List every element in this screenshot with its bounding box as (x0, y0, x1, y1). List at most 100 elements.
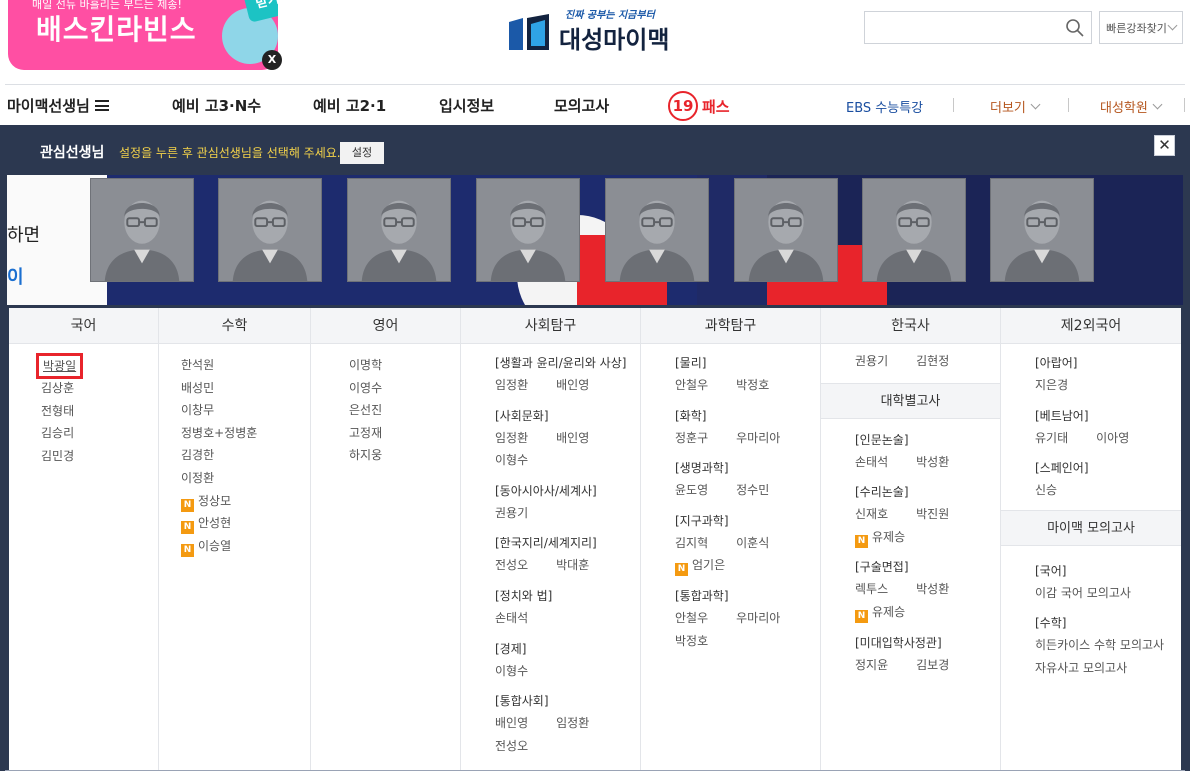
group-title[interactable]: [지구과학] (675, 510, 820, 532)
group-title[interactable]: [통합과학] (675, 585, 820, 607)
promo-close-icon[interactable]: X (262, 50, 282, 70)
teacher-link[interactable]: 박정호 (675, 630, 708, 653)
group-title[interactable]: [한국지리/세계지리] (495, 532, 640, 554)
teacher-link[interactable]: 권용기 (495, 502, 528, 525)
group-title[interactable]: [인문논술] (855, 429, 1000, 451)
teacher-link[interactable]: 전성오 (495, 554, 528, 577)
promo-banner[interactable]: 매일 선뉴 바흘리는 부드는 제송! 배스킨라빈스 받기 (8, 0, 278, 70)
teacher-link[interactable]: N 이승열 (181, 535, 310, 558)
group-title[interactable]: [미대입학사정관] (855, 632, 1000, 654)
group-title[interactable]: [동아시아사/세계사] (495, 480, 640, 502)
nav-item-mock-exam[interactable]: 모의고사 (554, 95, 609, 116)
search-icon[interactable] (1065, 18, 1085, 38)
teacher-link[interactable]: 권용기 (855, 350, 888, 373)
teacher-link[interactable]: 정병호+정병훈 (181, 422, 310, 445)
teacher-link[interactable]: 윤도영 (675, 479, 708, 502)
teacher-link[interactable]: 이영수 (349, 377, 460, 400)
teacher-link[interactable]: N 엄기은 (675, 554, 725, 577)
group-title[interactable]: [생활과 윤리/윤리와 사상] (495, 352, 640, 374)
nav-item-pre-high2[interactable]: 예비 고2·1 (313, 95, 386, 116)
teacher-link[interactable]: 배성민 (181, 377, 310, 400)
teacher-photo-placeholder[interactable] (218, 178, 322, 282)
teacher-link[interactable]: 고정재 (349, 422, 460, 445)
teacher-link[interactable]: 전성오 (495, 735, 528, 758)
teacher-link[interactable]: 김상훈 (41, 377, 158, 400)
teacher-link[interactable]: 히든카이스 수학 모의고사 (1035, 634, 1164, 657)
group-title[interactable]: [경제] (495, 638, 640, 660)
teacher-link[interactable]: 안철우 (675, 607, 708, 630)
teacher-link[interactable]: 신재호 (855, 503, 888, 526)
nav-daesung-menu[interactable]: 대성학원 (1100, 97, 1163, 116)
teacher-link[interactable]: 지은경 (1035, 374, 1068, 397)
teacher-link[interactable]: 임정환 (495, 427, 528, 450)
group-title[interactable]: [스페인어] (1035, 457, 1181, 479)
teacher-link[interactable]: 박대훈 (556, 554, 589, 577)
teacher-link[interactable]: N 유제승 (855, 601, 905, 624)
teacher-link[interactable]: 이형수 (495, 660, 528, 683)
teacher-link[interactable]: 이훈식 (736, 532, 769, 555)
teacher-link[interactable]: 하지웅 (349, 444, 460, 467)
teacher-photo-placeholder[interactable] (734, 178, 838, 282)
group-title[interactable]: [수리논술] (855, 481, 1000, 503)
teacher-link[interactable]: 이아영 (1096, 427, 1129, 450)
group-title[interactable]: [생명과학] (675, 457, 820, 479)
search-input[interactable] (865, 12, 1055, 43)
teacher-link[interactable]: 유기태 (1035, 427, 1068, 450)
group-title[interactable]: [정치와 법] (495, 585, 640, 607)
teacher-link[interactable]: 손태석 (495, 607, 528, 630)
group-title[interactable]: [수학] (1035, 612, 1181, 634)
nav-teachers-menu[interactable]: 마이맥선생님 (7, 95, 109, 116)
teacher-link[interactable]: 렉투스 (855, 578, 888, 601)
teacher-link[interactable]: 우마리아 (736, 427, 780, 450)
teacher-link[interactable]: 이형수 (495, 449, 528, 472)
teacher-photo-placeholder[interactable] (347, 178, 451, 282)
teacher-link[interactable]: 정지윤 (855, 654, 888, 677)
teacher-link[interactable]: 김경한 (181, 444, 310, 467)
teacher-link[interactable]: 박정호 (736, 374, 769, 397)
group-title[interactable]: [국어] (1035, 560, 1181, 582)
nav-more-menu[interactable]: 더보기 (990, 97, 1041, 116)
teacher-photo-placeholder[interactable] (605, 178, 709, 282)
teacher-link[interactable]: 우마리아 (736, 607, 780, 630)
teacher-link[interactable]: 이감 국어 모의고사 (1035, 582, 1131, 605)
teacher-link[interactable]: 김현정 (916, 350, 949, 373)
teacher-link[interactable]: 김민경 (41, 445, 158, 468)
teacher-link[interactable]: 전형태 (41, 400, 158, 423)
group-title[interactable]: [사회문화] (495, 405, 640, 427)
nav-item-admission-info[interactable]: 입시정보 (439, 95, 494, 116)
teacher-link[interactable]: 손태석 (855, 451, 888, 474)
nav-ebs-link[interactable]: EBS 수능특강 (846, 97, 923, 116)
panel-close-icon[interactable]: ✕ (1154, 135, 1175, 156)
group-title[interactable]: [베트남어] (1035, 405, 1181, 427)
quick-find-button[interactable]: 빠른강좌찾기 (1099, 11, 1183, 44)
group-title[interactable]: [물리] (675, 352, 820, 374)
teacher-link[interactable]: 한석원 (181, 354, 310, 377)
site-logo[interactable]: 진짜 공부는 지금부터 대성마이맥 (509, 4, 689, 54)
teacher-link[interactable]: 배인영 (556, 374, 589, 397)
teacher-link[interactable]: 정훈구 (675, 427, 708, 450)
teacher-link[interactable]: 임정환 (495, 374, 528, 397)
teacher-link[interactable]: N 안성현 (181, 512, 310, 535)
teacher-photo-placeholder[interactable] (90, 178, 194, 282)
teacher-link[interactable]: 박진원 (916, 503, 949, 526)
teacher-link[interactable]: 신승 (1035, 479, 1057, 502)
teacher-link[interactable]: 이정환 (181, 467, 310, 490)
teacher-photo-placeholder[interactable] (862, 178, 966, 282)
group-title[interactable]: [화학] (675, 405, 820, 427)
group-title[interactable]: [통합사회] (495, 690, 640, 712)
teacher-link[interactable]: 임정환 (556, 712, 589, 735)
teacher-link[interactable]: N 유제승 (855, 526, 905, 549)
teacher-link[interactable]: 이창무 (181, 399, 310, 422)
teacher-link[interactable]: 자유사고 모의고사 (1035, 657, 1127, 680)
teacher-link[interactable]: 김보경 (916, 654, 949, 677)
teacher-link[interactable]: 정수민 (736, 479, 769, 502)
teacher-link[interactable]: N 정상모 (181, 490, 310, 513)
teacher-link[interactable]: 안철우 (675, 374, 708, 397)
group-title[interactable]: [구술면접] (855, 556, 1000, 578)
teacher-link[interactable]: 은선진 (349, 399, 460, 422)
teacher-link[interactable]: 이명학 (349, 354, 460, 377)
teacher-photo-placeholder[interactable] (476, 178, 580, 282)
nav-item-pre-high3[interactable]: 예비 고3·N수 (172, 95, 261, 116)
teacher-link[interactable]: 김지혁 (675, 532, 708, 555)
teacher-link[interactable]: 배인영 (495, 712, 528, 735)
